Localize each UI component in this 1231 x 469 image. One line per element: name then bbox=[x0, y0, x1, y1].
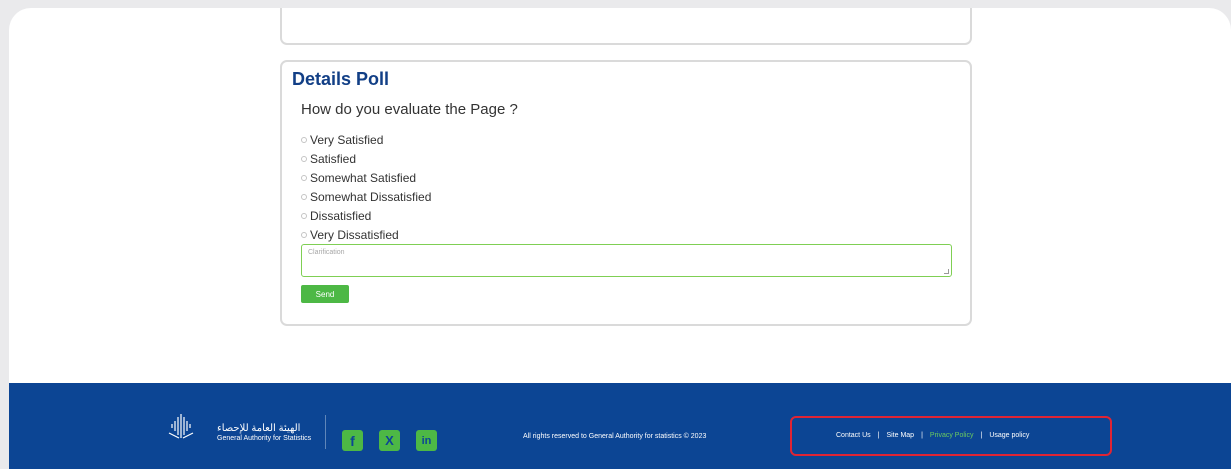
send-button[interactable]: Send bbox=[301, 285, 349, 303]
contact-us-link[interactable]: Contact Us bbox=[836, 432, 871, 439]
link-separator: | bbox=[877, 432, 880, 439]
details-poll-card: Details Poll How do you evaluate the Pag… bbox=[280, 60, 972, 326]
usage-policy-link[interactable]: Usage policy bbox=[989, 432, 1029, 439]
logo-arabic-name: الهيئة العامة للإحصاء bbox=[217, 423, 301, 434]
link-separator: | bbox=[980, 432, 983, 439]
clarification-placeholder: Clarification bbox=[308, 249, 345, 256]
facebook-icon[interactable]: f bbox=[342, 430, 363, 451]
previous-section-card bbox=[280, 8, 972, 45]
logo-english-name: General Authority for Statistics bbox=[217, 435, 312, 442]
option-label: Satisfied bbox=[310, 151, 357, 166]
site-map-link[interactable]: Site Map bbox=[886, 432, 914, 439]
gastat-logo-icon bbox=[168, 414, 194, 439]
option-label: Somewhat Dissatisfied bbox=[310, 189, 432, 204]
copyright-text: All rights reserved to General Authority… bbox=[523, 433, 707, 440]
radio-button[interactable] bbox=[301, 231, 307, 238]
option-somewhat-satisfied[interactable]: Somewhat Satisfied bbox=[301, 168, 431, 187]
clarification-textarea[interactable]: Clarification bbox=[301, 244, 952, 277]
footer-divider bbox=[325, 415, 326, 449]
resize-handle-icon[interactable] bbox=[944, 269, 949, 274]
radio-button[interactable] bbox=[301, 212, 307, 219]
option-very-satisfied[interactable]: Very Satisfied bbox=[301, 130, 431, 149]
poll-question: How do you evaluate the Page ? bbox=[301, 101, 518, 118]
radio-button[interactable] bbox=[301, 193, 307, 200]
radio-button[interactable] bbox=[301, 155, 307, 162]
option-label: Very Dissatisfied bbox=[310, 227, 399, 242]
footer-links: Contact Us | Site Map | Privacy Policy |… bbox=[836, 432, 1029, 439]
option-label: Dissatisfied bbox=[310, 208, 372, 223]
browser-page: Details Poll How do you evaluate the Pag… bbox=[9, 8, 1231, 469]
link-separator: | bbox=[921, 432, 923, 439]
option-label: Very Satisfied bbox=[310, 132, 384, 147]
option-very-dissatisfied[interactable]: Very Dissatisfied bbox=[301, 225, 431, 244]
option-label: Somewhat Satisfied bbox=[310, 170, 417, 185]
linkedin-icon[interactable]: in bbox=[416, 430, 437, 451]
radio-button[interactable] bbox=[301, 174, 307, 181]
option-satisfied[interactable]: Satisfied bbox=[301, 149, 431, 168]
logo-text: الهيئة العامة للإحصاء General Authority … bbox=[217, 423, 311, 443]
poll-options: Very Satisfied Satisfied Somewhat Satisf… bbox=[301, 130, 431, 244]
radio-button[interactable] bbox=[301, 136, 307, 143]
x-twitter-icon[interactable]: X bbox=[379, 430, 400, 451]
option-dissatisfied[interactable]: Dissatisfied bbox=[301, 206, 431, 225]
option-somewhat-dissatisfied[interactable]: Somewhat Dissatisfied bbox=[301, 187, 431, 206]
privacy-policy-link[interactable]: Privacy Policy bbox=[930, 432, 974, 439]
poll-title: Details Poll bbox=[292, 69, 390, 89]
site-footer: الهيئة العامة للإحصاء General Authority … bbox=[9, 383, 1231, 469]
